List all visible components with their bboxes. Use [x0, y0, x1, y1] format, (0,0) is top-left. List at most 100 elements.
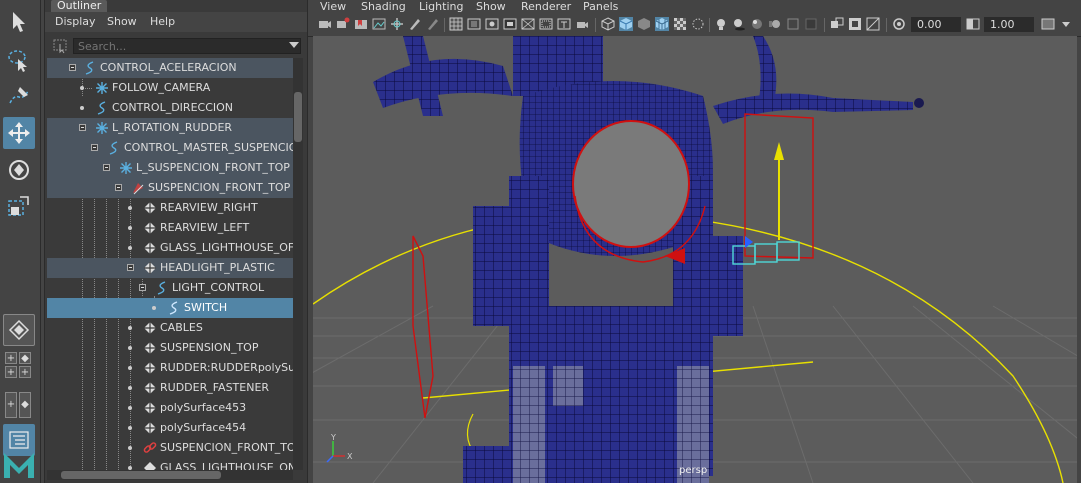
3d-viewport[interactable]: Y X persp	[313, 36, 1077, 483]
image-plane-icon[interactable]	[372, 17, 386, 31]
wireframe-on-shaded-icon[interactable]	[655, 17, 669, 31]
menu-shading[interactable]: Shading	[361, 0, 406, 13]
menu-show[interactable]: Show	[476, 0, 506, 13]
textured-icon[interactable]	[691, 17, 705, 31]
chevron-down-icon[interactable]	[1059, 17, 1073, 31]
tree-row[interactable]: FOLLOW_CAMERA	[47, 78, 293, 98]
gate-mask-icon[interactable]	[503, 17, 517, 31]
grease-pencil-alt-icon[interactable]	[426, 17, 440, 31]
exposure-field[interactable]: 0.00	[911, 17, 961, 32]
search-input[interactable]	[73, 38, 301, 54]
outliner-menubar: Display Show Help	[45, 12, 307, 32]
menu-help[interactable]: Help	[150, 15, 175, 28]
rotate-icon[interactable]	[3, 154, 35, 186]
curve-icon	[97, 101, 106, 115]
menu-view[interactable]: View	[320, 0, 346, 13]
horizontal-scrollbar[interactable]	[47, 470, 293, 480]
2d-pan-icon[interactable]	[390, 17, 404, 31]
outliner-tab[interactable]: Outliner	[51, 0, 108, 12]
field-chart-icon[interactable]	[521, 17, 535, 31]
tree-row[interactable]: REARVIEW_RIGHT	[47, 198, 293, 218]
select-arrow-icon[interactable]	[3, 6, 35, 38]
tree-row[interactable]: CONTROL_DIRECCION	[47, 98, 293, 118]
collapse-icon[interactable]	[103, 164, 110, 171]
gamma-icon[interactable]	[966, 17, 980, 31]
safe-title-icon[interactable]	[557, 17, 571, 31]
tree-row[interactable]: RUDDER_FASTENER	[47, 378, 293, 398]
menu-renderer[interactable]: Renderer	[521, 0, 571, 13]
tree-row[interactable]: CABLES	[47, 318, 293, 338]
xray-icon[interactable]	[673, 17, 687, 31]
xray-joints-icon[interactable]	[848, 17, 862, 31]
safe-action-icon[interactable]	[539, 17, 553, 31]
tree-row[interactable]: GLASS_LIGHTHOUSE_OF	[47, 238, 293, 258]
move-y-arrowhead[interactable]	[774, 142, 784, 160]
motorcycle-mesh[interactable]	[373, 36, 924, 483]
resolution-gate-icon[interactable]	[485, 17, 499, 31]
tree-row[interactable]: RUDDER:RUDDERpolySur	[47, 358, 293, 378]
film-gate-icon[interactable]	[467, 17, 481, 31]
tree-row[interactable]: SUSPENCION_FRONT_TOI	[47, 438, 293, 458]
tree-row[interactable]: HEADLIGHT_PLASTIC	[47, 258, 293, 278]
gamma-field[interactable]: 1.00	[984, 17, 1034, 32]
ambient-occlusion-icon[interactable]	[750, 17, 764, 31]
paint-select-icon[interactable]	[3, 80, 35, 112]
search-filter-icon[interactable]	[53, 38, 69, 54]
four-panel-icon[interactable]: + ◆ + +	[5, 352, 33, 380]
sync-camera-icon[interactable]	[575, 17, 589, 31]
tree-row[interactable]: CONTROL_MASTER_SUSPENCION	[47, 138, 293, 158]
tree-row[interactable]: CONTROL_ACELERACION	[47, 58, 293, 78]
tree-row-label: RUDDER_FASTENER	[160, 381, 270, 394]
move-icon[interactable]	[3, 117, 35, 149]
anti-alias-icon[interactable]	[786, 17, 800, 31]
depth-of-field-icon[interactable]	[804, 17, 818, 31]
chevron-down-icon[interactable]	[289, 42, 299, 48]
shadows-icon[interactable]	[732, 17, 746, 31]
menu-display[interactable]: Display	[55, 15, 96, 28]
tree-row[interactable]: REARVIEW_LEFT	[47, 218, 293, 238]
lasso-icon[interactable]	[3, 44, 35, 76]
tree-row-selected[interactable]: SWITCH	[47, 298, 293, 318]
leaf-dot-icon	[80, 106, 84, 110]
menu-panels[interactable]: Panels	[583, 0, 618, 13]
layout-icon[interactable]	[3, 314, 35, 346]
tree-row[interactable]: polySurface453	[47, 398, 293, 418]
camera-select-icon[interactable]	[318, 17, 332, 31]
scene-render[interactable]: Y X	[313, 36, 1077, 483]
tree-row[interactable]: polySurface454	[47, 418, 293, 438]
grid-icon[interactable]	[449, 17, 463, 31]
exposure-icon[interactable]	[892, 17, 906, 31]
scrollbar-thumb[interactable]	[294, 92, 302, 142]
wireframe-icon[interactable]	[601, 17, 615, 31]
collapse-icon[interactable]	[69, 64, 76, 71]
scrollbar-thumb[interactable]	[61, 471, 221, 479]
tree-row[interactable]: L_SUSPENCION_FRONT_TOP	[47, 158, 293, 178]
collapse-icon[interactable]	[79, 124, 86, 131]
isolate-select-icon[interactable]	[830, 17, 844, 31]
smooth-shade-icon[interactable]	[619, 17, 633, 31]
headlight-lens[interactable]	[572, 120, 690, 248]
bookmark-icon[interactable]	[354, 17, 368, 31]
menu-show[interactable]: Show	[107, 15, 137, 28]
collapse-icon[interactable]	[115, 184, 122, 191]
tree-row[interactable]: L_ROTATION_RUDDER	[47, 118, 293, 138]
default-material-icon[interactable]	[637, 17, 651, 31]
two-panel-icon[interactable]: + ◆	[5, 392, 33, 420]
xray-active-icon[interactable]	[866, 17, 880, 31]
color-management-icon[interactable]	[1041, 17, 1055, 31]
tree-row[interactable]: LIGHT_CONTROL	[47, 278, 293, 298]
leaf-dot-icon	[128, 446, 132, 450]
vertical-scrollbar[interactable]	[293, 58, 303, 470]
tree-row[interactable]: SUSPENSION_TOP	[47, 338, 293, 358]
lights-icon[interactable]	[714, 17, 728, 31]
grease-pencil-icon[interactable]	[408, 17, 422, 31]
mesh-icon	[144, 382, 156, 394]
scale-icon[interactable]	[3, 190, 35, 222]
camera-attributes-icon[interactable]	[336, 17, 350, 31]
tree-row[interactable]: SUSPENCION_FRONT_TOP	[47, 178, 293, 198]
collapse-icon[interactable]	[139, 284, 146, 291]
collapse-icon[interactable]	[91, 144, 98, 151]
menu-lighting[interactable]: Lighting	[419, 0, 463, 13]
collapse-icon[interactable]	[127, 264, 134, 271]
motion-blur-icon[interactable]	[768, 17, 782, 31]
